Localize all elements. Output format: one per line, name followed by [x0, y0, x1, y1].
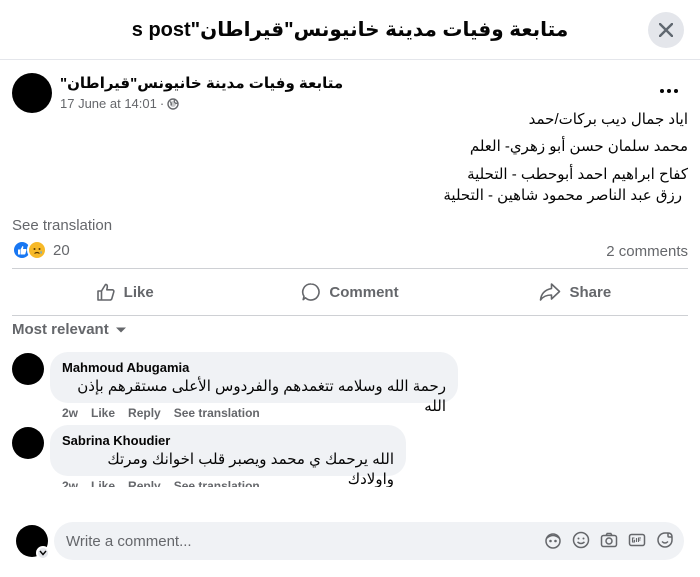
- comment-bubble: Mahmoud Abugamia رحمة الله وسلامه تتغمده…: [50, 352, 458, 415]
- chevron-down-icon: [39, 550, 47, 556]
- commenter-avatar[interactable]: [12, 353, 44, 385]
- dialog-title: s post"متابعة وفيات مدينة خانيونس"قيراطا…: [131, 19, 569, 41]
- sad-reaction-icon: [27, 240, 47, 260]
- comment-like-link[interactable]: Like: [91, 406, 115, 420]
- comment-actions: 2w Like Reply See translation: [62, 406, 260, 420]
- comment-bubble: Sabrina Khoudier الله يرحمك ي محمد ويصبر…: [50, 425, 406, 488]
- camera-icon[interactable]: [600, 531, 618, 549]
- post-line: رزق عبد الناصر محمود شاهين - التحلية: [443, 187, 682, 204]
- close-icon: [659, 23, 673, 37]
- comment-see-translation-link[interactable]: See translation: [174, 406, 260, 420]
- dialog-header: s post"متابعة وفيات مدينة خانيونس"قيراطا…: [0, 0, 700, 60]
- composer-icons: [544, 531, 674, 549]
- comment-label: Comment: [329, 283, 399, 301]
- more-icon: [660, 89, 678, 93]
- chevron-down-icon: [115, 327, 126, 332]
- comment-sort-dropdown[interactable]: Most relevant: [12, 321, 127, 338]
- globe-icon: [167, 97, 179, 110]
- divider: [12, 315, 688, 316]
- meta-separator: ·: [159, 96, 165, 111]
- comments-count[interactable]: 2 comments: [606, 243, 688, 260]
- comment-button[interactable]: Comment: [237, 269, 462, 315]
- commenter-avatar[interactable]: [12, 427, 44, 459]
- avatar-sticker-icon[interactable]: [544, 531, 562, 549]
- post-line: محمد سلمان حسن أبو زهري- العلم: [469, 138, 688, 155]
- sort-label: Most relevant: [12, 321, 109, 338]
- like-icon: [96, 283, 115, 301]
- like-button[interactable]: Like: [12, 269, 237, 315]
- post-line: اياد جمال ديب بركات/حمد: [528, 111, 688, 128]
- sticker-icon[interactable]: [656, 531, 674, 549]
- comment-reply-link[interactable]: Reply: [128, 406, 161, 420]
- share-icon: [540, 283, 561, 301]
- comment-composer: [54, 522, 684, 560]
- comment-time[interactable]: 2w: [62, 406, 78, 420]
- share-button[interactable]: Share: [463, 269, 688, 315]
- see-translation-link[interactable]: See translation: [12, 217, 112, 234]
- page-avatar[interactable]: [12, 73, 52, 113]
- share-label: Share: [569, 283, 612, 301]
- post-options-button[interactable]: [655, 78, 683, 102]
- post-line: كفاح ابراهيم احمد أبوحطب - التحلية: [467, 166, 688, 183]
- gif-icon[interactable]: [628, 531, 646, 549]
- post-actions-bar: Like Comment Share: [12, 269, 688, 315]
- reaction-count: 20: [53, 241, 70, 259]
- post-meta: 17 June at 14:01 ·: [60, 96, 179, 111]
- comment-author[interactable]: Mahmoud Abugamia: [62, 360, 446, 376]
- emoji-icon[interactable]: [572, 531, 590, 549]
- comment-icon: [302, 283, 321, 301]
- comment-input[interactable]: [66, 522, 536, 560]
- like-label: Like: [123, 283, 154, 301]
- post-author[interactable]: "متابعة وفيات مدينة خانيونس"قيراطان: [60, 74, 343, 92]
- reactions-summary[interactable]: 20: [12, 240, 70, 260]
- comment-author[interactable]: Sabrina Khoudier: [62, 433, 394, 449]
- post-date[interactable]: 17 June at 14:01: [60, 96, 157, 111]
- scroll-cutoff: [0, 487, 700, 517]
- profile-switch-badge[interactable]: [36, 546, 50, 560]
- close-button[interactable]: [648, 12, 684, 48]
